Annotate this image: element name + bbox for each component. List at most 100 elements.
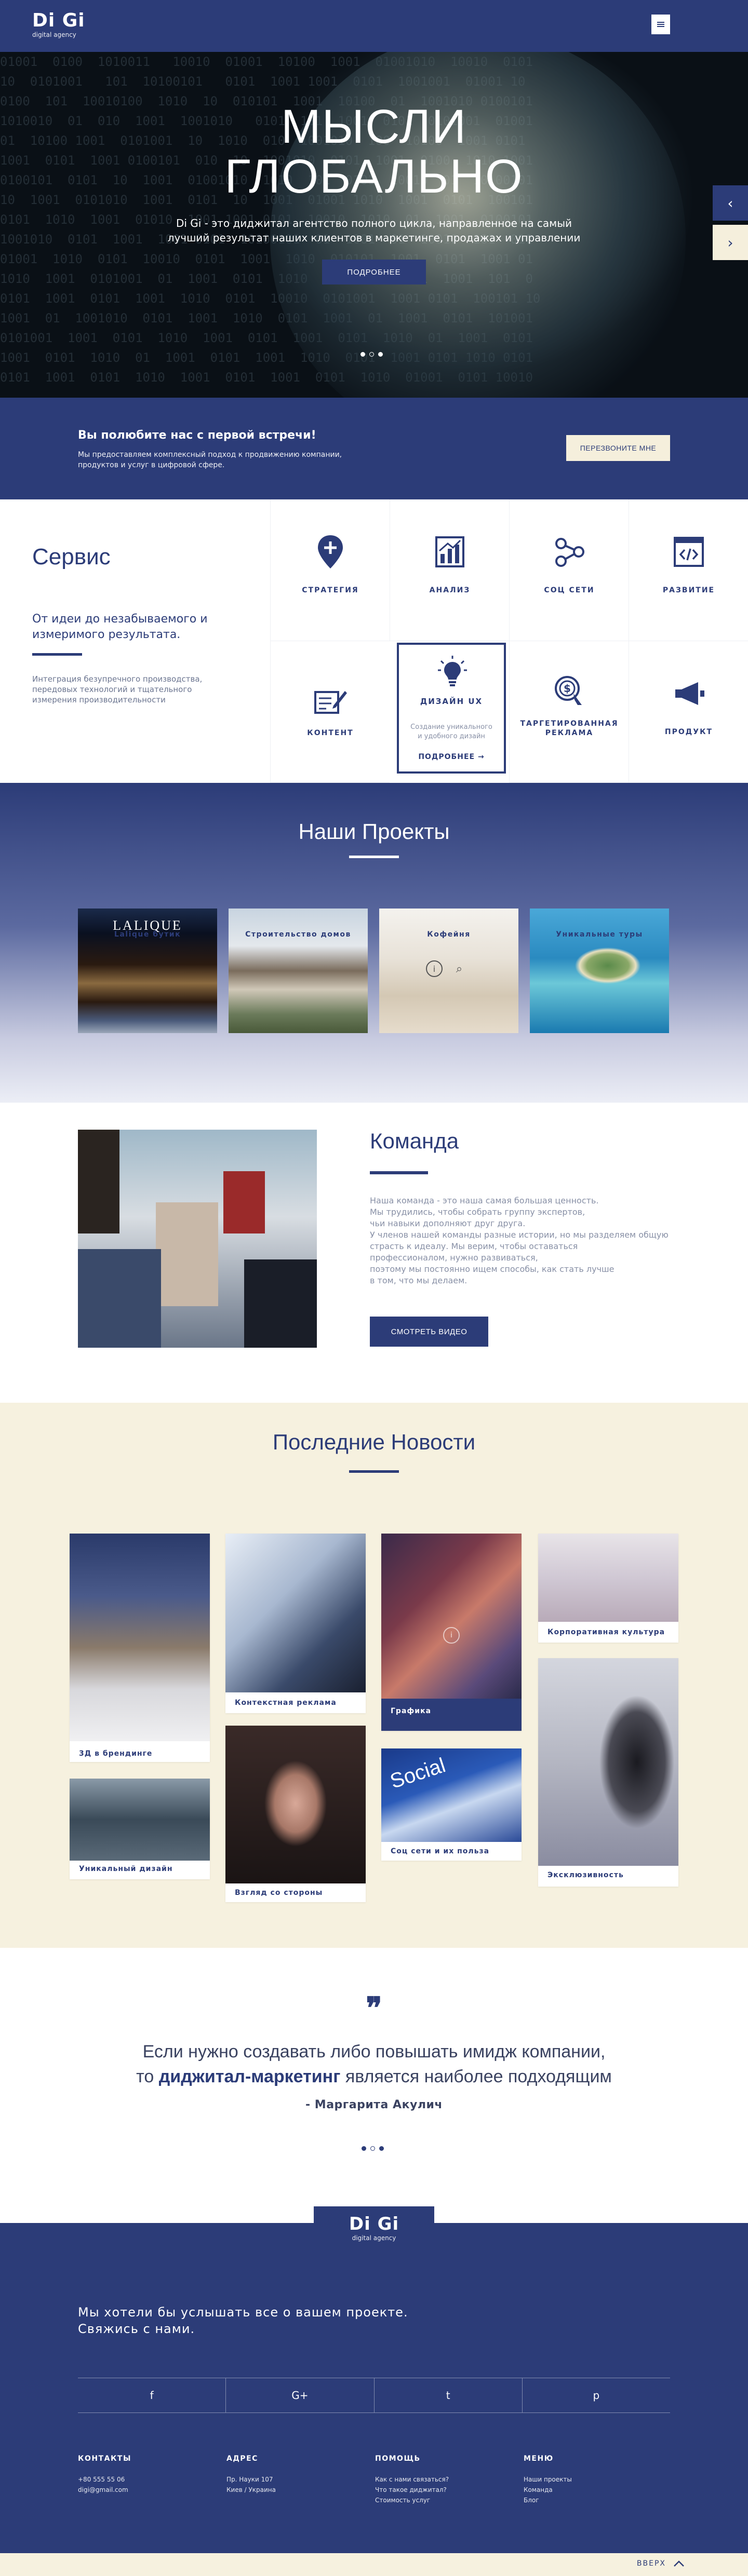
footer-link[interactable]: Блог	[524, 2495, 648, 2505]
site-footer: Di Gi digital agency Мы хотели бы услыша…	[0, 2206, 748, 2553]
slider-next-button[interactable]: ›	[713, 225, 748, 260]
news-card[interactable]: Эксклюзивность	[538, 1658, 678, 1887]
news-label: Уникальный дизайн	[79, 1865, 173, 1873]
news-card[interactable]: Взгляд со стороны	[225, 1726, 366, 1902]
content-icon	[312, 683, 349, 719]
projects-title: Наши Проекты	[298, 819, 450, 844]
news-label: Контекстная реклама	[235, 1699, 337, 1707]
contact-line: Свяжись с нами.	[78, 2322, 195, 2336]
project-card[interactable]	[530, 909, 669, 1033]
slider-dot[interactable]	[370, 2146, 375, 2151]
quote-line: то диджитал-маркетинг является наиболее …	[114, 2064, 634, 2089]
info-icon[interactable]: i	[443, 1627, 460, 1644]
ux-design-more-link[interactable]: ПОДРОБНЕЕ →	[399, 753, 504, 761]
service-analysis[interactable]: АНАЛИЗ	[390, 499, 509, 641]
footer-link[interactable]: Наши проекты	[524, 2474, 648, 2485]
logo-text: Di Gi	[32, 10, 85, 31]
contact-line: Мы хотели бы услышать все о вашем проект…	[78, 2305, 408, 2320]
footer-link[interactable]: Как с нами связаться?	[375, 2474, 500, 2485]
twitter-icon[interactable]: t	[375, 2378, 523, 2412]
service-targeted-ads[interactable]: $ ТАРГЕТИРОВАННАЯ РЕКЛАМА	[509, 641, 629, 783]
service-label: АНАЛИЗ	[429, 586, 471, 594]
service-label: СТРАТЕГИЯ	[302, 586, 359, 594]
scroll-top-button[interactable]: ВВЕРХ	[637, 2559, 685, 2568]
facebook-icon[interactable]: f	[78, 2378, 226, 2412]
news-card[interactable]: Контекстная реклама	[225, 1534, 366, 1713]
project-image: i ⌕	[379, 909, 518, 1033]
service-social[interactable]: СОЦ СЕТИ	[509, 499, 629, 641]
slider-prev-button[interactable]: ‹	[713, 185, 748, 221]
services-subtitle: От идеи до незабываемого и измеримого ре…	[32, 613, 208, 641]
logo[interactable]: Di Gi digital agency	[32, 10, 85, 39]
news-label: Взгляд со стороны	[235, 1889, 323, 1897]
testimonial-section: ❞ Если нужно создавать либо повышать ими…	[0, 1948, 748, 2223]
footer-logo[interactable]: Di Gi digital agency	[314, 2206, 434, 2246]
search-icon[interactable]: ⌕	[451, 960, 468, 977]
footer-logo-subtitle: digital agency	[352, 2234, 396, 2242]
quote-author: - Маргарита Акулич	[305, 2098, 443, 2111]
quote-highlight: диджитал-маркетинг	[158, 2067, 341, 2086]
chevron-left-icon: ‹	[727, 194, 733, 212]
service-content[interactable]: КОНТЕНТ	[270, 641, 390, 783]
testimonial-dots	[362, 2146, 384, 2151]
team-photo	[78, 1130, 317, 1348]
slider-dot[interactable]	[378, 352, 383, 357]
news-image	[70, 1534, 210, 1741]
chevron-up-icon	[674, 2560, 684, 2567]
info-icon[interactable]: i	[426, 960, 443, 977]
menu-button[interactable]	[651, 15, 670, 34]
footer-link[interactable]: Команда	[524, 2485, 648, 2495]
news-card[interactable]: 3Д в брендинге	[70, 1534, 210, 1762]
team-photo-person	[78, 1130, 119, 1233]
hero-text: Di Gi - это диджитал агентство полного ц…	[167, 217, 581, 244]
service-product[interactable]: ПРОДУКТ	[629, 641, 748, 783]
team-section: Команда Наша команда - это наша самая бо…	[0, 1103, 748, 1403]
hero-title-line1: МЫСЛИ	[281, 100, 467, 153]
news-divider	[349, 1470, 399, 1473]
slider-dot[interactable]	[360, 352, 365, 357]
news-image	[70, 1779, 210, 1861]
team-divider	[370, 1171, 428, 1174]
project-label[interactable]: Уникальные туры	[530, 930, 669, 939]
pinterest-icon[interactable]: p	[523, 2378, 670, 2412]
quote-line: Если нужно создавать либо повышать имидж…	[142, 2042, 606, 2062]
news-image: i	[381, 1534, 522, 1699]
service-development[interactable]: РАЗВИТИЕ	[629, 499, 748, 641]
news-image	[538, 1534, 678, 1622]
project-label[interactable]: Lalique бутик	[78, 930, 217, 939]
team-photo-person	[78, 1249, 161, 1348]
svg-text:$: $	[564, 682, 571, 695]
project-image: LALIQUE	[78, 909, 217, 1033]
news-card[interactable]: i Графика	[381, 1534, 522, 1731]
news-card[interactable]: Корпоративная культура	[538, 1534, 678, 1643]
hero-more-button[interactable]: ПОДРОБНЕЕ	[322, 260, 426, 284]
footer-link[interactable]: +80 555 55 06	[78, 2474, 203, 2485]
service-label: ПРОДУКТ	[664, 728, 713, 736]
team-title: Команда	[370, 1129, 459, 1153]
footer-link[interactable]: Что такое диджитал?	[375, 2485, 500, 2495]
news-label: Корпоративная культура	[547, 1628, 665, 1636]
footer-link[interactable]: digi@gmail.com	[78, 2485, 203, 2495]
watch-video-button[interactable]: СМОТРЕТЬ ВИДЕО	[370, 1317, 488, 1347]
project-card[interactable]	[229, 909, 368, 1033]
service-ux-design-card[interactable]: ДИЗАЙН UX Создание уникального и удобног…	[397, 643, 506, 774]
footer-link[interactable]: Стоимость услуг	[375, 2495, 500, 2505]
callback-section: Вы полюбите нас с первой встречи! Мы пре…	[0, 398, 748, 499]
callback-button[interactable]: ПЕРЕЗВОНИТЕ МНЕ	[566, 435, 670, 461]
project-card[interactable]: i ⌕	[379, 909, 518, 1033]
project-label[interactable]: Строительство домов	[229, 930, 368, 939]
google-plus-icon[interactable]: G+	[226, 2378, 375, 2412]
news-label: Эксклюзивность	[547, 1871, 624, 1879]
project-label[interactable]: Кофейня	[379, 930, 518, 939]
project-card[interactable]: LALIQUE	[78, 909, 217, 1033]
service-strategy[interactable]: СТРАТЕГИЯ	[270, 499, 390, 641]
slider-dot[interactable]	[362, 2146, 366, 2151]
slider-dot[interactable]	[379, 2146, 384, 2151]
slider-dot[interactable]	[369, 352, 374, 357]
quote-text: Если нужно создавать либо повышать имидж…	[114, 2039, 634, 2089]
projects-section: Наши Проекты LALIQUE i ⌕ Lalique бутик С…	[0, 783, 748, 1103]
news-card[interactable]: Уникальный дизайн	[70, 1779, 210, 1879]
news-card[interactable]: Social Соц сети и их польза	[381, 1748, 522, 1861]
hero-section: 01001 0100 1010011 10010 01001 10100 100…	[0, 52, 748, 398]
news-image	[225, 1534, 366, 1692]
